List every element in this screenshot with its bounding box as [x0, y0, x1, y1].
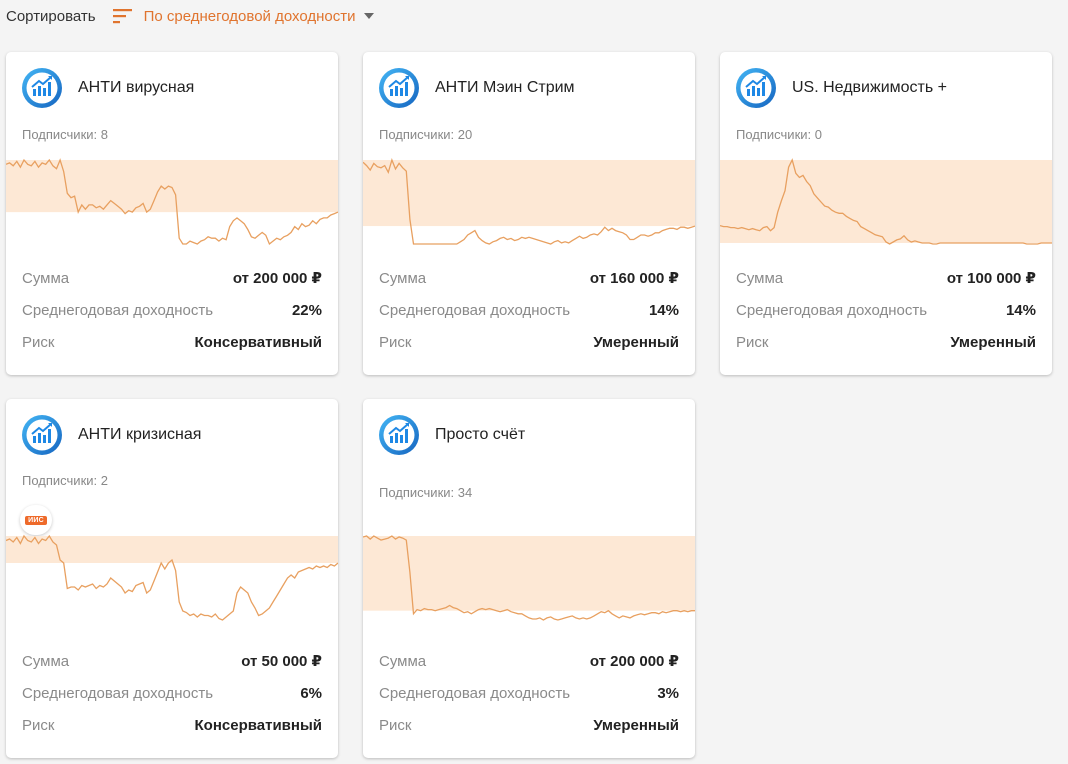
card-title: АНТИ Мэин Стрим [435, 79, 575, 96]
yield-label: Среднегодовая доходность [22, 684, 214, 702]
portfolio-card[interactable]: АНТИ кризисная Подписчики: 2 ИИС Сумма от… [6, 399, 338, 758]
amount-value: от 200 000 ₽ [232, 270, 322, 287]
performance-chart [6, 534, 338, 621]
growth-chart-logo-icon [736, 68, 776, 108]
subscribers-count: Подписчики: 2 [22, 473, 108, 488]
card-title: АНТИ вирусная [78, 79, 195, 96]
risk-label: Риск [22, 333, 55, 351]
portfolio-card[interactable]: АНТИ Мэин Стрим Подписчики: 20 Сумма от 1… [363, 52, 695, 375]
subscribers-count: Подписчики: 0 [736, 127, 822, 142]
amount-label: Сумма [22, 652, 70, 670]
card-title: Просто счёт [435, 426, 526, 443]
performance-chart [363, 535, 695, 621]
chart-shade [363, 160, 695, 227]
sort-lines-icon [112, 9, 132, 24]
yield-value: 14% [1005, 301, 1036, 319]
amount-value: от 100 000 ₽ [946, 270, 1036, 287]
performance-chart [720, 158, 1052, 245]
card-title: АНТИ кризисная [78, 426, 202, 443]
risk-label: Риск [379, 333, 412, 351]
risk-value: Консервативный [194, 716, 322, 734]
amount-value: от 200 000 ₽ [589, 653, 679, 670]
amount-value: от 50 000 ₽ [241, 653, 322, 670]
chart-shade [6, 536, 338, 563]
amount-label: Сумма [22, 269, 70, 287]
subscribers-count: Подписчики: 20 [379, 127, 473, 142]
risk-label: Риск [736, 333, 769, 351]
risk-label: Риск [379, 716, 412, 734]
yield-label: Среднегодовая доходность [379, 301, 571, 319]
yield-value: 6% [300, 684, 322, 702]
sort-label: Сортировать [6, 7, 96, 25]
performance-chart [6, 158, 338, 246]
amount-label: Сумма [736, 269, 784, 287]
portfolio-card[interactable]: US. Недвижимость + Подписчики: 0 Сумма от… [720, 52, 1052, 375]
yield-value: 3% [657, 684, 679, 702]
sort-bar: Сортировать По среднегодовой доходности [6, 4, 374, 28]
growth-chart-logo-icon [379, 68, 419, 108]
amount-label: Сумма [379, 652, 427, 670]
yield-value: 22% [291, 301, 322, 319]
caret-down-icon [363, 13, 374, 19]
subscribers-count: Подписчики: 34 [379, 485, 473, 500]
iis-badge: ИИС [20, 505, 52, 535]
risk-value: Умеренный [950, 333, 1036, 351]
performance-chart [363, 158, 695, 245]
growth-chart-logo-icon [22, 68, 62, 108]
risk-value: Консервативный [194, 333, 322, 351]
yield-label: Среднегодовая доходность [379, 684, 571, 702]
subscribers-count: Подписчики: 8 [22, 127, 108, 142]
yield-value: 14% [648, 301, 679, 319]
growth-chart-logo-icon [379, 415, 419, 455]
portfolio-card[interactable]: Просто счёт Подписчики: 34 Сумма от 200 0… [363, 399, 695, 758]
risk-label: Риск [22, 716, 55, 734]
card-title: US. Недвижимость + [792, 79, 947, 96]
sort-selected-value: По среднегодовой доходности [143, 7, 356, 25]
risk-value: Умеренный [593, 716, 679, 734]
risk-value: Умеренный [593, 333, 679, 351]
yield-label: Среднегодовая доходность [22, 301, 214, 319]
sort-dropdown[interactable]: По среднегодовой доходности [112, 7, 374, 25]
amount-value: от 160 000 ₽ [589, 270, 679, 287]
yield-label: Среднегодовая доходность [736, 301, 928, 319]
growth-chart-logo-icon [22, 415, 62, 455]
portfolio-card[interactable]: АНТИ вирусная Подписчики: 8 Сумма от 200 … [6, 52, 338, 375]
amount-label: Сумма [379, 269, 427, 287]
iis-badge-label: ИИС [25, 515, 47, 525]
